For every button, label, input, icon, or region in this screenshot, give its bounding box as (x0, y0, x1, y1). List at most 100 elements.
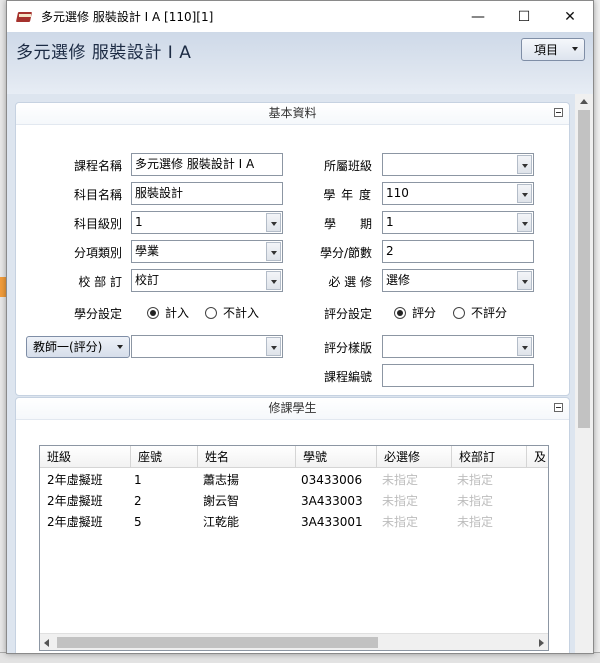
window-controls: — ☐ ✕ (455, 1, 593, 32)
scroll-thumb[interactable] (57, 637, 378, 648)
subject-level-select[interactable]: 1 (131, 211, 283, 234)
column-header-student-id[interactable]: 學號 (296, 446, 377, 468)
chevron-down-icon[interactable] (266, 271, 281, 290)
column-header-class[interactable]: 班級 (40, 446, 131, 468)
main-content: 基本資料 課程名稱 多元選修 服裝設計 I A 科目名稱 服裝設計 科目級別 1… (7, 94, 593, 653)
school-year-value: 110 (386, 186, 409, 200)
cell-name: 江乾能 (203, 515, 240, 529)
teacher-select[interactable] (131, 335, 283, 358)
required-elective-value: 選修 (386, 273, 411, 287)
semester-select[interactable]: 1 (382, 211, 534, 234)
basic-info-header: 基本資料 (16, 103, 569, 125)
credit-nocount-label: 不計入 (223, 306, 260, 320)
cell-school-required: 未指定 (457, 494, 494, 508)
horizontal-scrollbar[interactable] (40, 633, 548, 650)
cell-student-id: 3A433003 (301, 494, 363, 508)
credit-count-radio[interactable]: 計入 (147, 304, 189, 321)
semester-value: 1 (386, 215, 394, 229)
required-elective-label: 必 選 修 (328, 275, 372, 289)
cell-required-elective: 未指定 (382, 473, 419, 487)
column-header-more[interactable]: 及 (527, 446, 548, 468)
column-header-seat[interactable]: 座號 (131, 446, 198, 468)
credit-count-label: 計入 (165, 306, 190, 320)
grading-template-select[interactable] (382, 335, 534, 358)
grid-header: 班級 座號 姓名 學號 必選修 校部訂 及 (40, 446, 548, 468)
chevron-down-icon[interactable] (517, 213, 532, 232)
radio-checked-icon (147, 306, 159, 319)
chevron-down-icon[interactable] (517, 271, 532, 290)
chevron-down-icon[interactable] (266, 242, 281, 261)
chevron-down-icon[interactable] (517, 337, 532, 356)
course-name-input[interactable]: 多元選修 服裝設計 I A (131, 153, 283, 176)
cell-seat: 5 (134, 515, 142, 529)
school-required-value: 校訂 (135, 273, 160, 287)
credit-setting-label: 學分設定 (73, 307, 122, 321)
column-header-required-elective[interactable]: 必選修 (377, 446, 452, 468)
grading-on-label: 評分 (412, 306, 437, 320)
students-title: 修課學生 (268, 401, 317, 415)
scroll-left-icon[interactable] (44, 639, 49, 647)
category-label: 分項類別 (73, 246, 122, 260)
chevron-down-icon (117, 345, 123, 349)
credits-label: 學分/節數 (319, 246, 372, 260)
chevron-down-icon[interactable] (517, 184, 532, 203)
class-select[interactable] (382, 153, 534, 176)
table-row[interactable]: 2年虛擬班 1 蕭志揚 03433006 未指定 未指定 (40, 470, 548, 491)
grading-off-label: 不評分 (471, 306, 508, 320)
credits-input[interactable]: 2 (382, 240, 534, 263)
chevron-down-icon[interactable] (266, 213, 281, 232)
column-header-name[interactable]: 姓名 (198, 446, 296, 468)
chevron-down-icon[interactable] (266, 337, 281, 356)
header: 多元選修 服裝設計 I A 項目 (7, 32, 593, 94)
vertical-scrollbar[interactable] (575, 94, 593, 653)
cell-student-id: 03433006 (301, 473, 363, 487)
minimize-button[interactable]: — (455, 1, 501, 32)
students-header: 修課學生 (16, 398, 569, 420)
scroll-thumb[interactable] (578, 110, 590, 428)
grading-off-radio[interactable]: 不評分 (453, 304, 507, 321)
items-menu-button[interactable]: 項目 (521, 38, 585, 61)
category-select[interactable]: 學業 (131, 240, 283, 263)
radio-unchecked-icon (453, 306, 465, 319)
grading-template-label: 評分樣版 (323, 341, 372, 355)
collapse-icon[interactable] (554, 403, 563, 412)
course-code-input[interactable] (382, 364, 534, 387)
course-name-label: 課程名稱 (73, 159, 122, 173)
basic-info-panel: 基本資料 課程名稱 多元選修 服裝設計 I A 科目名稱 服裝設計 科目級別 1… (15, 102, 570, 396)
cell-required-elective: 未指定 (382, 515, 419, 529)
teacher-role-label: 教師一(評分) (33, 340, 103, 354)
school-year-select[interactable]: 110 (382, 182, 534, 205)
subject-level-label: 科目級別 (73, 217, 122, 231)
cell-school-required: 未指定 (457, 515, 494, 529)
window-title: 多元選修 服裝設計 I A [110][1] (41, 10, 214, 24)
scroll-up-icon[interactable] (580, 99, 588, 104)
students-panel: 修課學生 班級 座號 姓名 學號 必選修 校部訂 及 2年虛擬班 1 蕭志揚 0… (15, 397, 570, 653)
column-header-school-required[interactable]: 校部訂 (452, 446, 527, 468)
teacher-role-button[interactable]: 教師一(評分) (26, 336, 130, 358)
required-elective-select[interactable]: 選修 (382, 269, 534, 292)
scroll-right-icon[interactable] (539, 639, 544, 647)
collapse-icon[interactable] (554, 108, 563, 117)
school-required-select[interactable]: 校訂 (131, 269, 283, 292)
basic-info-title: 基本資料 (268, 106, 317, 120)
table-row[interactable]: 2年虛擬班 5 江乾能 3A433001 未指定 未指定 (40, 512, 548, 533)
subject-name-input[interactable]: 服裝設計 (131, 182, 283, 205)
subject-name-label: 科目名稱 (73, 188, 122, 202)
grading-on-radio[interactable]: 評分 (394, 304, 436, 321)
credit-nocount-radio[interactable]: 不計入 (205, 304, 259, 321)
title-bar[interactable]: 多元選修 服裝設計 I A [110][1] — ☐ ✕ (7, 1, 593, 32)
students-grid[interactable]: 班級 座號 姓名 學號 必選修 校部訂 及 2年虛擬班 1 蕭志揚 034330… (39, 445, 549, 651)
class-label: 所屬班級 (323, 159, 372, 173)
close-button[interactable]: ✕ (547, 1, 593, 32)
maximize-button[interactable]: ☐ (501, 1, 547, 32)
cell-seat: 2 (134, 494, 142, 508)
cell-class: 2年虛擬班 (47, 473, 103, 487)
cell-name: 謝云智 (203, 494, 240, 508)
semester-label: 學 期 (323, 217, 372, 231)
school-year-label: 學 年 度 (323, 188, 372, 202)
table-row[interactable]: 2年虛擬班 2 謝云智 3A433003 未指定 未指定 (40, 491, 548, 512)
chevron-down-icon[interactable] (517, 155, 532, 174)
cell-class: 2年虛擬班 (47, 494, 103, 508)
course-code-label: 課程編號 (323, 370, 372, 384)
cell-student-id: 3A433001 (301, 515, 363, 529)
